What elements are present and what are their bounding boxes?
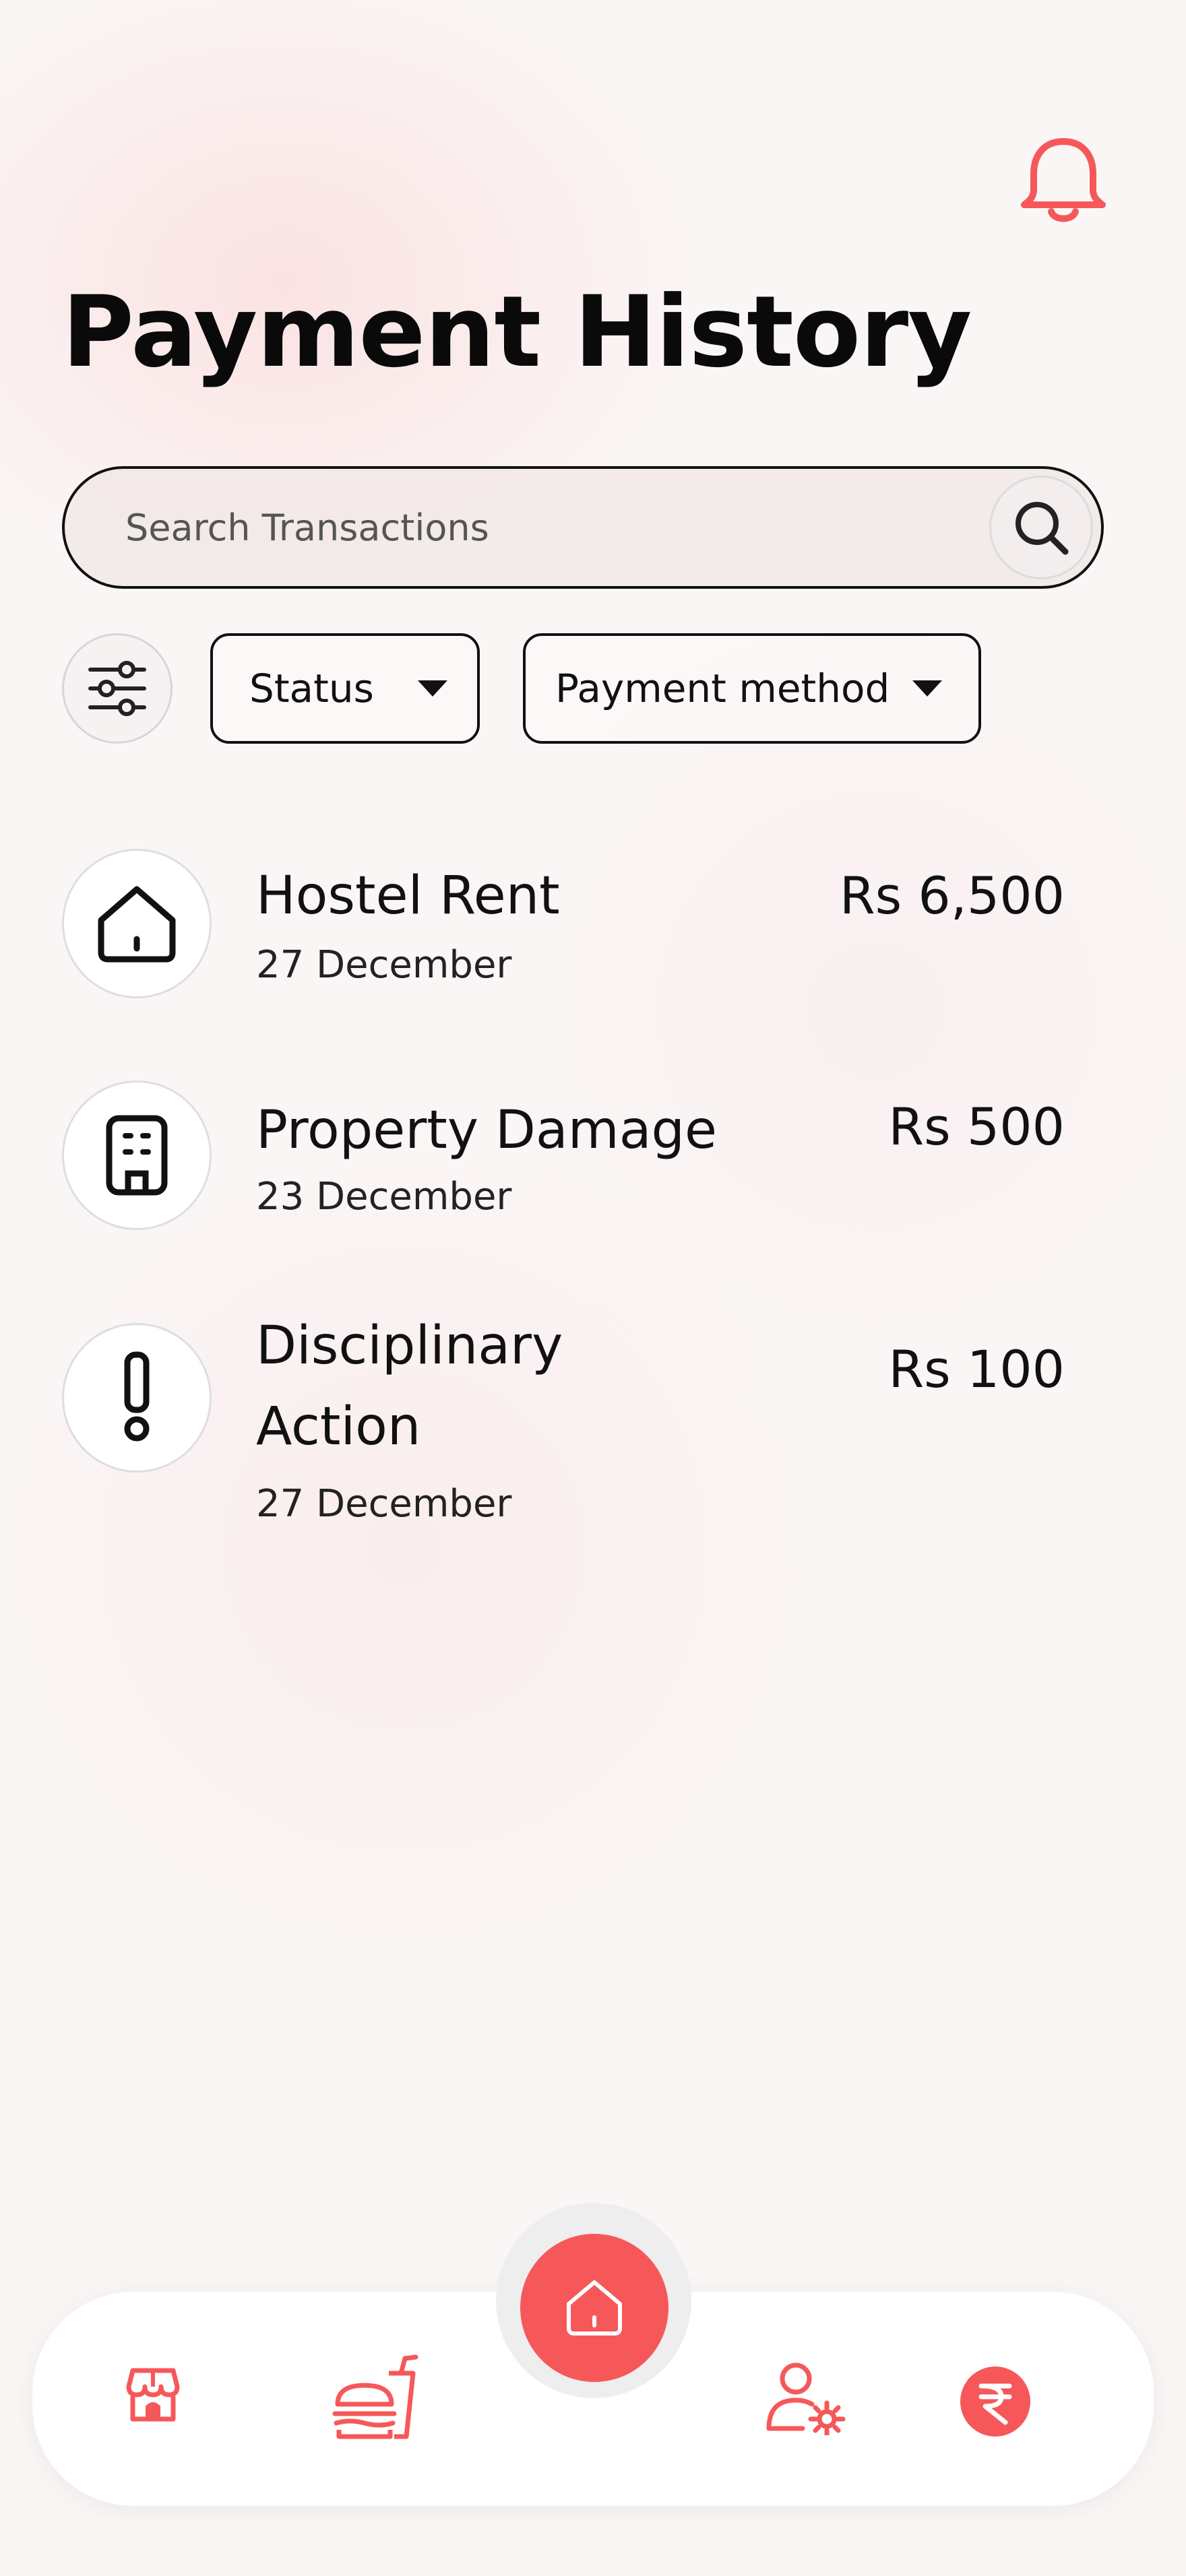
payment-method-dropdown[interactable]: Payment method (523, 633, 981, 744)
home-button[interactable] (520, 2234, 668, 2382)
bell-icon[interactable] (1016, 132, 1111, 229)
status-dropdown[interactable]: Status (210, 633, 480, 744)
transaction-date: 27 December (256, 943, 512, 987)
transaction-date: 27 December (256, 1482, 512, 1526)
rupee-icon[interactable] (958, 2364, 1032, 2439)
food-icon[interactable] (327, 2351, 422, 2445)
transaction-title: Action (256, 1396, 421, 1457)
transaction-amount: Rs 6,500 (839, 866, 1065, 926)
transaction-amount: Rs 500 (888, 1097, 1065, 1157)
user-settings-icon[interactable] (761, 2358, 849, 2439)
store-icon[interactable] (116, 2358, 190, 2432)
building-icon (62, 1081, 212, 1230)
search-input[interactable] (125, 469, 947, 586)
chevron-down-icon (418, 680, 447, 697)
transaction-title: Hostel Rent (256, 866, 560, 926)
sliders-icon (88, 661, 146, 716)
transaction-title: Disciplinary (256, 1316, 563, 1376)
home-icon (567, 2280, 622, 2336)
transaction-date: 23 December (256, 1175, 512, 1219)
search-button[interactable] (989, 476, 1093, 579)
search-bar (62, 466, 1104, 589)
exclamation-icon (62, 1323, 212, 1473)
chevron-down-icon (912, 680, 942, 697)
payment-method-dropdown-label: Payment method (555, 666, 890, 711)
transaction-title: Property Damage (256, 1100, 717, 1161)
search-icon (1016, 502, 1069, 555)
transaction-amount: Rs 100 (888, 1339, 1065, 1399)
status-dropdown-label: Status (249, 666, 374, 711)
house-icon (62, 849, 212, 998)
filter-button[interactable] (62, 633, 173, 744)
page-title: Payment History (62, 275, 972, 389)
